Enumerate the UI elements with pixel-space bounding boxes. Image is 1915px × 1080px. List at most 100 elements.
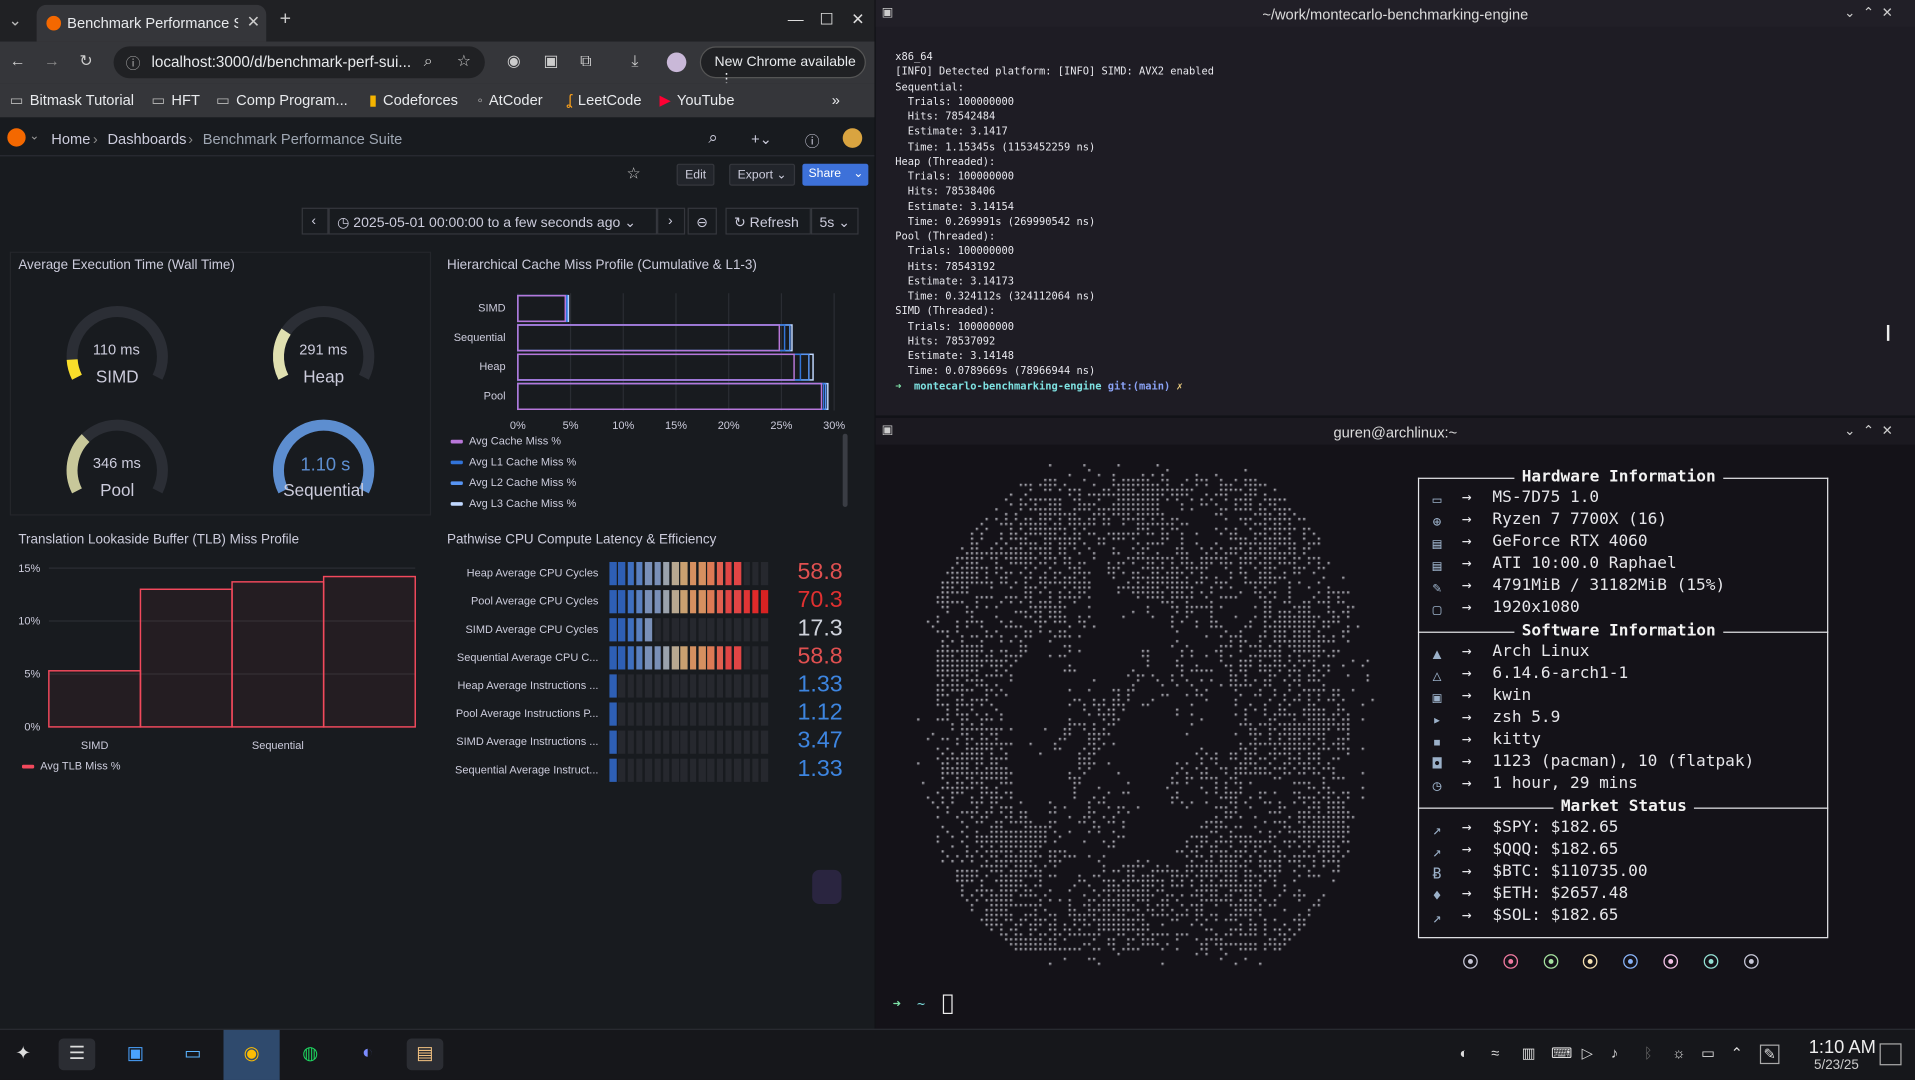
download-icon[interactable]: ⤓ (631, 51, 638, 71)
chrome-update-button[interactable]: New Chrome available ⋮ (699, 46, 866, 87)
favorite-star-icon[interactable]: ☆ (627, 164, 641, 184)
bluetooth-icon[interactable]: ᛒ (1644, 1045, 1653, 1062)
x-category-label: SIMD (81, 740, 109, 752)
zoom-out-icon[interactable]: ⊖ (687, 207, 717, 235)
discord-tray-icon[interactable]: ◐ (1459, 1045, 1468, 1062)
new-tab-icon[interactable]: + (280, 9, 291, 31)
breadcrumb-home[interactable]: Home (51, 131, 90, 148)
show-desktop-icon[interactable] (1879, 1043, 1902, 1066)
add-icon[interactable]: +⌄ (751, 131, 772, 148)
user-avatar[interactable] (842, 128, 863, 148)
time-forward-button[interactable]: › (657, 207, 686, 235)
bookmark-item[interactable]: ▭ Comp Program... (216, 92, 348, 109)
app-launcher-icon[interactable]: ✦ (5, 1038, 42, 1070)
search-icon[interactable]: ⌕ (708, 127, 718, 148)
legend-item[interactable]: Avg L3 Cache Miss % (450, 497, 576, 509)
kitty-taskbar-icon[interactable]: ▤ (406, 1038, 444, 1071)
tab-search-icon[interactable]: ⌄ (9, 11, 22, 31)
system-info-value: 1920x1080 (1492, 598, 1580, 617)
minimize-icon[interactable]: — (788, 10, 804, 28)
volume-icon[interactable]: ♪ (1611, 1045, 1618, 1062)
share-button[interactable]: Share ⌄ (802, 163, 869, 186)
keyboard-icon[interactable]: ⌨ (1551, 1045, 1572, 1062)
cache-bar[interactable] (517, 382, 823, 411)
bookmark-item[interactable]: ▶ YouTube (660, 92, 735, 109)
discover-store-icon[interactable]: ▣ (117, 1038, 154, 1070)
spotify-icon[interactable]: ◍ (292, 1038, 329, 1070)
bar-gauge-cell (689, 561, 697, 586)
network-icon[interactable]: ▭ (1701, 1045, 1715, 1062)
discord-icon[interactable]: ◐ (349, 1038, 386, 1070)
profile-avatar[interactable] (666, 52, 687, 73)
steam-tray-icon[interactable]: ≈ (1491, 1045, 1499, 1062)
bar-gauge-cell (680, 674, 688, 698)
grafana-logo-icon[interactable] (7, 128, 26, 147)
reload-icon[interactable]: ↻ (79, 51, 92, 71)
refresh-interval-select[interactable]: 5s ⌄ (810, 207, 859, 235)
bookmark-star-icon[interactable]: ☆ (457, 51, 471, 71)
legend-scrollbar[interactable] (842, 433, 848, 508)
terminal-window-controls[interactable]: ⌄ ⌃ ✕ (1844, 423, 1893, 439)
time-range-picker[interactable]: ◷ 2025-05-01 00:00:00 to a few seconds a… (328, 207, 658, 235)
help-icon[interactable]: ⓘ (805, 131, 820, 152)
bar-gauge-cell (716, 618, 724, 642)
y-category-label: SIMD (478, 303, 506, 315)
bookmark-item[interactable]: ◦ AtCoder (478, 92, 543, 109)
bar-gauge-cell (734, 590, 741, 614)
clock-date[interactable]: 5/23/25 (1793, 1058, 1859, 1073)
bar-gauge-cell (654, 674, 661, 698)
time-back-button[interactable]: ‹ (301, 207, 329, 235)
chart-icon: ↗ (1432, 908, 1442, 927)
extensions-puzzle-icon[interactable]: ⧉ (580, 51, 591, 71)
breadcrumb-dashboards[interactable]: Dashboards (107, 131, 186, 148)
bookmark-item[interactable]: ▭ HFT (151, 92, 199, 109)
cache-bar[interactable] (517, 324, 781, 352)
terminal-prompt[interactable]: ➜ ~ (893, 996, 925, 1012)
bookmark-item[interactable]: ▮ Codeforces (369, 92, 458, 109)
maximize-icon[interactable]: ☐ (819, 10, 833, 30)
legend-item[interactable]: Avg L2 Cache Miss % (450, 476, 576, 489)
refresh-button[interactable]: ↻ Refresh (725, 207, 811, 235)
file-manager-icon[interactable]: ▭ (175, 1038, 212, 1070)
back-icon[interactable]: ← (10, 51, 26, 69)
bookmark-item[interactable]: ʆ LeetCode (567, 92, 642, 109)
site-info-icon[interactable]: ⓘ (126, 53, 141, 74)
legend-item[interactable]: Avg Cache Miss % (450, 435, 561, 447)
tlb-bar[interactable] (48, 670, 142, 728)
bar-gauge-cell (645, 674, 652, 698)
extension-icon[interactable]: ◉ (507, 51, 521, 71)
zoom-icon[interactable]: ⌕ (424, 51, 433, 71)
arrow-icon: → (1461, 818, 1472, 837)
export-button[interactable]: Export ⌄ (729, 163, 796, 186)
bar-gauge-label: SIMD Average CPU Cycles (465, 623, 599, 636)
tlb-bar[interactable] (231, 581, 325, 728)
terminal-prompt[interactable]: ➜ montecarlo-benchmarking-engine git:(ma… (895, 380, 1183, 395)
close-window-icon[interactable]: ✕ (851, 10, 864, 30)
clock-time[interactable]: 1:10 AM (1793, 1037, 1876, 1058)
legend-item[interactable]: Avg L1 Cache Miss % (450, 456, 576, 468)
share-dropdown-icon[interactable]: ⌄ (853, 167, 863, 180)
media-play-icon[interactable]: ▷ (1582, 1045, 1593, 1062)
forward-icon[interactable]: → (44, 51, 60, 69)
close-tab-icon[interactable]: ✕ (247, 12, 260, 32)
edit-button[interactable]: Edit (676, 163, 715, 186)
arrow-icon: → (1461, 532, 1472, 551)
more-bookmarks-icon[interactable]: » (832, 92, 840, 109)
clipboard-icon[interactable]: ▥ (1522, 1045, 1536, 1062)
browser-tab[interactable]: Benchmark Performance Suite ✕ (36, 4, 267, 42)
extension-icon[interactable]: ▣ (543, 51, 558, 71)
chevron-down-icon[interactable]: ⌄ (29, 130, 39, 143)
system-settings-icon[interactable]: ☰ (58, 1038, 96, 1071)
chrome-icon[interactable]: ◉ (233, 1038, 270, 1070)
block-cursor (942, 994, 953, 1015)
tray-expand-icon[interactable]: ⌃ (1731, 1045, 1743, 1062)
legend-item[interactable]: Avg TLB Miss % (21, 760, 121, 772)
terminal-window-controls[interactable]: ⌄ ⌃ ✕ (1844, 5, 1893, 21)
cache-bar[interactable] (517, 294, 567, 323)
breadcrumb-current: Benchmark Performance Suite (202, 130, 403, 148)
brightness-icon[interactable]: ☼ (1672, 1045, 1685, 1062)
tlb-bar[interactable] (139, 588, 233, 728)
cache-bar[interactable] (517, 353, 795, 381)
bookmark-item[interactable]: ▭ Bitmask Tutorial (10, 92, 134, 109)
notifications-icon[interactable]: ✎ (1759, 1044, 1780, 1065)
